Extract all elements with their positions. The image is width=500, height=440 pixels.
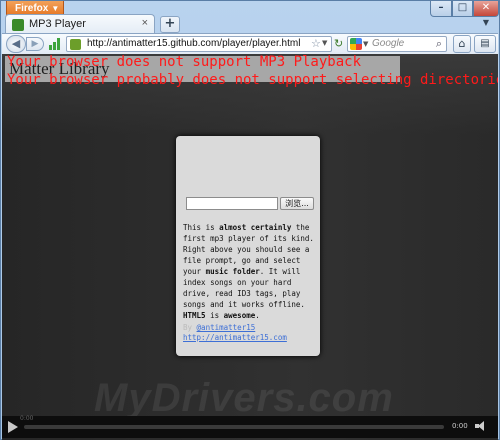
- elapsed-time: 0:00: [20, 415, 34, 422]
- bookmarks-button[interactable]: ▤: [474, 35, 496, 53]
- close-tab-icon[interactable]: ×: [142, 17, 148, 29]
- author-link[interactable]: @antimatter15: [197, 323, 256, 332]
- audio-player: 0:00 0:00: [2, 415, 498, 438]
- page-favicon-icon: [12, 19, 24, 31]
- address-bar[interactable]: http://antimatter15.github.com/player/pl…: [66, 36, 332, 52]
- author-site-link[interactable]: http://antimatter15.com: [183, 333, 287, 342]
- bookmark-star-icon[interactable]: ☆: [311, 37, 321, 50]
- forward-button[interactable]: ▶: [26, 37, 44, 51]
- file-path-input[interactable]: [186, 197, 278, 210]
- engine-dropdown-icon[interactable]: ▼: [363, 40, 368, 48]
- play-icon[interactable]: [8, 421, 18, 433]
- history-dropdown-icon[interactable]: ▼: [322, 39, 327, 47]
- home-button[interactable]: ⌂: [453, 35, 471, 53]
- search-placeholder[interactable]: Google: [372, 38, 404, 49]
- time-display: 0:00: [452, 422, 468, 430]
- browser-window: Firefox ▼ – □ ✕ MP3 Player × + ▼ ◀ ▶ http…: [0, 0, 500, 440]
- error-directories: Your browser probably does not support s…: [7, 72, 498, 88]
- magnifier-icon[interactable]: ⌕: [436, 37, 442, 51]
- tab-mp3-player[interactable]: MP3 Player ×: [5, 14, 155, 34]
- desc-bold-1: almost certainly: [219, 223, 292, 232]
- site-identity-icon[interactable]: [70, 39, 81, 50]
- intro-description: This is almost certainly the first mp3 p…: [183, 222, 317, 321]
- author-line: By @antimatter15: [183, 322, 255, 333]
- seek-bar[interactable]: [24, 425, 444, 429]
- navigation-toolbar: ◀ ▶ http://antimatter15.github.com/playe…: [2, 33, 498, 55]
- close-window-button[interactable]: ✕: [473, 1, 499, 17]
- google-engine-icon[interactable]: [350, 38, 362, 50]
- desc-text-4: is: [205, 311, 224, 320]
- by-label: By: [183, 323, 197, 332]
- tab-title: MP3 Player: [29, 18, 86, 30]
- watermark: MyDrivers.com: [94, 376, 394, 420]
- minimize-button[interactable]: –: [430, 1, 452, 17]
- new-tab-button[interactable]: +: [160, 16, 180, 33]
- url-text[interactable]: http://antimatter15.github.com/player/pl…: [87, 38, 300, 49]
- firefox-menu-label: Firefox: [15, 3, 49, 14]
- desc-bold-3: HTML5: [183, 311, 206, 320]
- maximize-button[interactable]: □: [452, 1, 473, 17]
- chevron-down-icon: ▼: [51, 4, 60, 13]
- browse-button[interactable]: 浏览...: [280, 197, 314, 210]
- back-button[interactable]: ◀: [6, 35, 26, 53]
- desc-text-1: This is: [183, 223, 220, 232]
- error-mp3: Your browser does not support MP3 Playba…: [7, 54, 362, 70]
- volume-icon[interactable]: [475, 420, 487, 432]
- desc-text-5: .: [255, 311, 260, 320]
- search-box[interactable]: ▼ Google ⌕: [347, 36, 447, 52]
- signal-bars-icon[interactable]: [48, 37, 62, 51]
- reload-icon[interactable]: ↻: [334, 37, 343, 50]
- desc-bold-4: awesome: [223, 311, 256, 320]
- list-tabs-icon[interactable]: ▼: [479, 18, 493, 32]
- desc-bold-2: music folder: [205, 267, 260, 276]
